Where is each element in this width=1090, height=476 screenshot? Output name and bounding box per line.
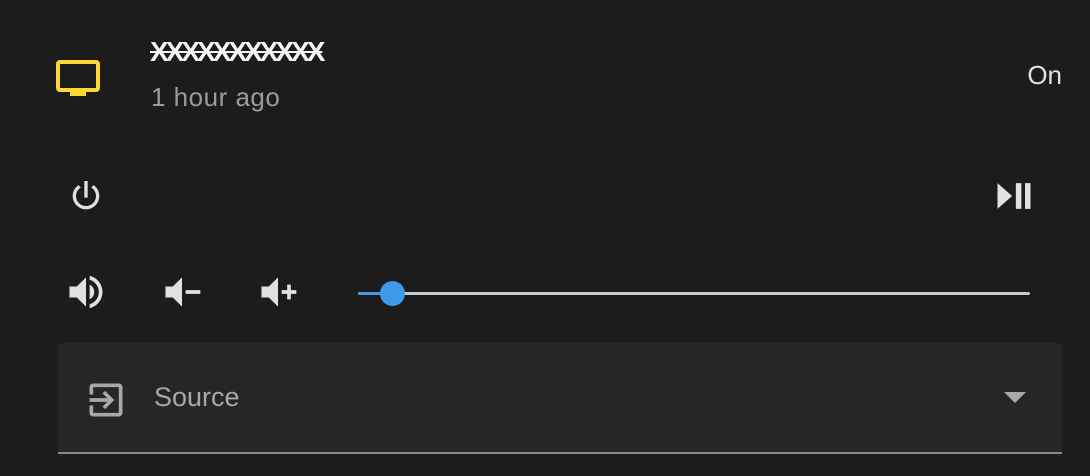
volume-slider-thumb[interactable] <box>380 281 405 306</box>
volume-slider[interactable] <box>358 278 1030 310</box>
source-select[interactable]: Source <box>58 342 1062 454</box>
power-icon <box>66 176 106 221</box>
volume-slider-track <box>358 292 1030 295</box>
volume-up-button[interactable] <box>254 270 302 318</box>
input-icon <box>84 378 128 422</box>
play-pause-icon <box>992 174 1036 223</box>
mute-button[interactable] <box>62 270 110 318</box>
power-button[interactable] <box>62 174 110 222</box>
volume-minus-icon <box>160 270 204 319</box>
source-label: Source <box>154 382 240 412</box>
media-player-card: XXXXXXXXXXX 1 hour ago On Source <box>0 0 1090 476</box>
volume-down-button[interactable] <box>158 270 206 318</box>
entity-name[interactable]: XXXXXXXXXXX <box>150 36 325 68</box>
card-header: XXXXXXXXXXX 1 hour ago On <box>0 0 1090 140</box>
volume-high-icon <box>64 270 108 319</box>
last-changed-time: 1 hour ago <box>151 82 281 112</box>
volume-plus-icon <box>256 270 300 319</box>
play-pause-button[interactable] <box>990 174 1038 222</box>
chevron-down-icon[interactable] <box>1004 392 1026 403</box>
tv-icon[interactable] <box>54 54 102 102</box>
entity-state: On <box>1027 60 1062 90</box>
